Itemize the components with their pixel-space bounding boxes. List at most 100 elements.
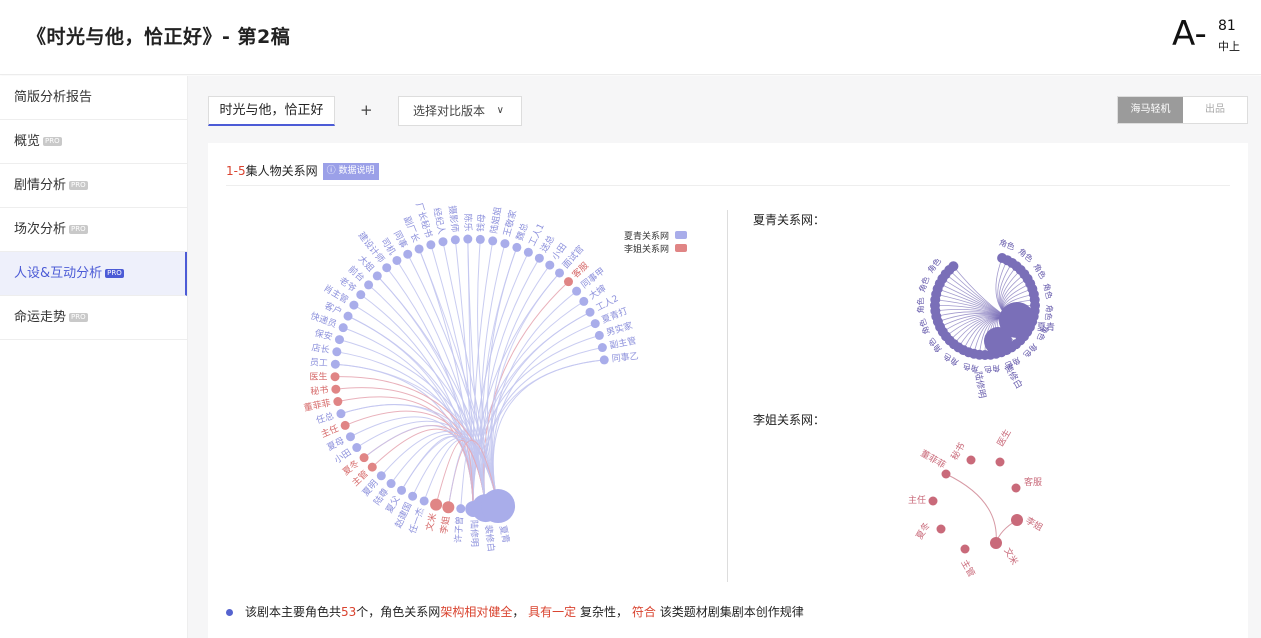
network-node[interactable] (488, 236, 498, 246)
network-node[interactable] (579, 296, 589, 306)
network-node[interactable] (382, 263, 392, 273)
network-node[interactable] (572, 286, 582, 296)
network-node (1011, 483, 1021, 493)
network-node[interactable] (512, 242, 522, 252)
network-node-label: 角色 (926, 336, 944, 355)
network-node[interactable] (545, 260, 555, 270)
network-node-label: 角色 (1021, 342, 1039, 360)
network-link (472, 272, 560, 509)
network-node-label: 主任 (908, 494, 926, 506)
network-node[interactable] (349, 300, 359, 310)
network-node-label: 角色 (1041, 282, 1054, 300)
network-node[interactable] (500, 239, 510, 249)
summary-highlight: 架构相对健全 (440, 605, 513, 619)
network-node[interactable] (590, 319, 600, 329)
network-node[interactable] (376, 471, 386, 481)
network-node (936, 524, 946, 534)
network-node-label: 夏青 (497, 524, 512, 544)
network-node[interactable] (330, 359, 340, 369)
network-node (960, 544, 970, 554)
network-node-label: 秘书 (310, 384, 329, 398)
network-node[interactable] (442, 501, 455, 514)
network-node-label: 魏总 (513, 221, 531, 242)
network-node[interactable] (597, 343, 607, 353)
network-node[interactable] (481, 489, 516, 524)
lijie-net-title: 李姐关系网： (753, 413, 826, 427)
network-node[interactable] (563, 277, 573, 287)
summary-text: ， (512, 605, 525, 619)
network-node[interactable] (397, 485, 407, 495)
xiaqing-network: 角色角色角色角色角色角色角色角色角色角色角色角色角色角色角色角色夏青裴修白陆修明 (915, 237, 1055, 399)
network-node-label: 董菲菲 (303, 397, 332, 414)
network-node-label: 角色 (941, 351, 960, 368)
network-node-label: 文米 (423, 512, 439, 532)
network-node-label: 夏青 (1037, 321, 1055, 333)
network-node[interactable] (340, 420, 350, 430)
network-node[interactable] (414, 244, 424, 254)
bullet-icon (226, 609, 233, 616)
network-node[interactable] (331, 384, 341, 394)
network-legend: 夏青关系网李姐关系网 (624, 230, 687, 255)
network-link (483, 311, 591, 509)
network-node-label: 陆修明 (468, 520, 481, 547)
network-link (945, 473, 997, 544)
network-node[interactable] (438, 237, 448, 247)
network-node-label: 许子曾 (452, 516, 466, 544)
network-node-label: 角色 (1043, 304, 1055, 321)
network-node[interactable] (333, 397, 343, 407)
network-node-label: 角色 (915, 297, 925, 313)
summary-count: 53 (341, 605, 357, 619)
network-node (948, 261, 959, 272)
network-node-label: 任总 (315, 410, 336, 427)
network-node[interactable] (555, 268, 565, 278)
network-node (941, 469, 951, 479)
network-node[interactable] (332, 347, 342, 357)
network-node[interactable] (367, 462, 377, 472)
network-node[interactable] (386, 479, 396, 489)
network-node[interactable] (338, 323, 348, 333)
network-node[interactable] (426, 240, 436, 250)
summary-line: 该剧本主要角色共53个，角色关系网架构相对健全， 具有一定 复杂性， 符合 该类… (226, 603, 804, 620)
network-node-label: 裴修白 (482, 524, 497, 552)
network-node[interactable] (343, 311, 353, 321)
network-node[interactable] (392, 255, 402, 265)
network-node[interactable] (334, 335, 344, 345)
network-node-label: 经纪人 (431, 207, 448, 236)
network-node-label: 同事乙 (611, 350, 639, 365)
network-node[interactable] (463, 234, 473, 244)
network-node-label: 客服 (1024, 476, 1042, 488)
network-node-label: 医生 (309, 370, 327, 382)
network-node[interactable] (534, 253, 544, 263)
network-node (995, 457, 1005, 467)
network-node[interactable] (594, 330, 604, 340)
network-node-label: 角色 (917, 317, 932, 335)
network-node[interactable] (408, 491, 418, 501)
network-node[interactable] (419, 496, 429, 506)
network-node[interactable] (523, 247, 533, 257)
network-node[interactable] (356, 290, 366, 300)
legend-label-xiaqing: 夏青关系网 (624, 230, 669, 242)
network-node[interactable] (336, 409, 346, 419)
network-node[interactable] (359, 453, 369, 463)
network-node (928, 496, 938, 506)
network-link (492, 323, 596, 507)
network-link (490, 272, 560, 507)
network-node-label: 医生 (994, 427, 1013, 449)
network-node[interactable] (456, 504, 466, 514)
network-node[interactable] (475, 234, 485, 244)
network-node[interactable] (403, 249, 413, 259)
network-node-label: 角色 (1016, 246, 1035, 264)
network-node[interactable] (330, 372, 340, 382)
network-node-label: 夏冬 (913, 520, 932, 542)
network-node-label: 李姐 (1024, 514, 1046, 533)
network-node[interactable] (430, 498, 443, 511)
network-node-label: 秘书 (948, 441, 967, 463)
network-node[interactable] (372, 271, 382, 281)
network-node[interactable] (364, 280, 374, 290)
network-node[interactable] (599, 355, 609, 365)
network-node[interactable] (450, 235, 460, 245)
network-node[interactable] (345, 432, 355, 442)
network-node[interactable] (585, 307, 595, 317)
summary-highlight: 具有一定 (528, 605, 577, 619)
network-node[interactable] (352, 443, 362, 453)
